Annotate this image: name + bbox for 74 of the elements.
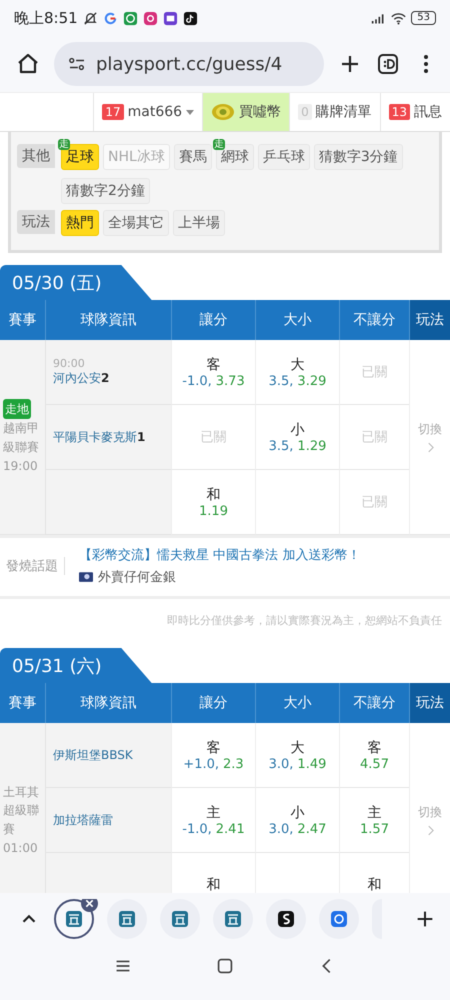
clock-time: 晚上8:51 bbox=[14, 8, 78, 28]
chevron-icon bbox=[426, 825, 434, 836]
coin-icon bbox=[211, 103, 236, 121]
odds-cell[interactable]: 客 4.57 bbox=[339, 723, 409, 788]
filter-chip[interactable]: 賽馬 bbox=[174, 144, 212, 170]
odds-cell[interactable]: 和 1.19 bbox=[171, 470, 255, 535]
user-menu[interactable]: 17 mat666 bbox=[93, 93, 202, 131]
column-header: 讓分 bbox=[171, 300, 255, 340]
match-time: 01:00 bbox=[3, 840, 38, 857]
chevron-icon bbox=[426, 442, 434, 453]
team-name[interactable]: 平陽貝卡麥克斯1 bbox=[53, 428, 171, 446]
filter-label: 其他 bbox=[17, 144, 55, 168]
app-icon bbox=[122, 10, 138, 26]
tab-thumbnail[interactable] bbox=[107, 899, 147, 939]
odds-cell[interactable]: 客 -1.0, 3.73 bbox=[171, 340, 255, 405]
filter-chip[interactable]: 上半場 bbox=[173, 210, 225, 236]
team-name[interactable]: 伊斯坦堡BBSK bbox=[53, 746, 171, 764]
wifi-icon bbox=[391, 10, 406, 26]
league-name: 土耳其超級聯賽 bbox=[3, 784, 40, 838]
team-name[interactable]: 加拉塔薩雷 bbox=[53, 812, 171, 828]
tab-thumbnail[interactable] bbox=[160, 899, 200, 939]
column-header: 玩法 bbox=[409, 683, 450, 723]
tab-thumbnail[interactable] bbox=[319, 899, 359, 939]
column-header: 不讓分 bbox=[339, 683, 409, 723]
match-time: 19:00 bbox=[3, 458, 38, 475]
topic-link[interactable]: 【彩幣交流】懦夫救星 中國古拳法 加入送彩幣！ bbox=[79, 546, 360, 564]
column-header: 讓分 bbox=[171, 683, 255, 723]
filter-chip[interactable]: 乒乓球 bbox=[258, 144, 310, 170]
avatar-icon bbox=[79, 572, 93, 582]
filter-chip[interactable]: 熱門 bbox=[61, 210, 99, 236]
battery-level: 53 bbox=[411, 11, 436, 25]
tab-thumbnail[interactable] bbox=[266, 899, 306, 939]
filter-label: 玩法 bbox=[17, 210, 55, 234]
column-header: 大小 bbox=[255, 300, 339, 340]
odds-cell[interactable]: 大 3.5, 3.29 bbox=[255, 340, 339, 405]
team-name[interactable]: 河內公安2 bbox=[53, 370, 171, 387]
odds-cell[interactable]: 客 +1.0, 2.3 bbox=[171, 723, 255, 788]
home-icon[interactable] bbox=[16, 52, 40, 76]
url-text: playsport.cc/guess/4 bbox=[96, 54, 282, 74]
messages-link[interactable]: 13 訊息 bbox=[380, 93, 450, 131]
buy-coins-button[interactable]: 買噓幣 bbox=[202, 93, 290, 131]
camera-app-icon bbox=[142, 10, 158, 26]
live-badge: 走 bbox=[58, 139, 70, 150]
filter-chip[interactable]: 猜數字3分鐘 bbox=[314, 144, 403, 170]
filter-chip[interactable]: 全場其它 bbox=[103, 210, 169, 236]
mail-app-icon bbox=[162, 10, 178, 26]
address-bar[interactable]: playsport.cc/guess/4 bbox=[54, 42, 324, 86]
column-header: 球隊資訊 bbox=[45, 300, 171, 340]
live-badge: 走 bbox=[212, 139, 225, 150]
odds-cell[interactable]: 小 3.5, 1.29 bbox=[255, 405, 339, 470]
tab-switcher-icon[interactable] bbox=[376, 52, 400, 76]
column-header: 玩法 bbox=[409, 300, 450, 340]
column-header: 球隊資訊 bbox=[45, 683, 171, 723]
caret-icon bbox=[186, 110, 194, 114]
odds-cell[interactable]: 主 1.57 bbox=[339, 788, 409, 853]
disclaimer-text: 即時比分僅供參考，請以實際賽況為主，恕網站不負責任 bbox=[166, 613, 443, 629]
author-name[interactable]: 外賣仔何金銀 bbox=[98, 568, 176, 586]
odds-cell[interactable]: 大 3.0, 1.49 bbox=[255, 723, 339, 788]
odds-cell[interactable]: 小 3.0, 2.47 bbox=[255, 788, 339, 853]
match-clock: 90:00 bbox=[53, 357, 86, 370]
mute-icon bbox=[82, 10, 98, 26]
odds-cell[interactable]: 主 -1.0, 2.41 bbox=[171, 788, 255, 853]
music-note-icon bbox=[182, 10, 198, 26]
league-name: 越南甲級聯賽 bbox=[3, 420, 40, 456]
column-header: 賽事 bbox=[0, 683, 45, 723]
tab-thumbnail[interactable] bbox=[213, 899, 253, 939]
column-header: 賽事 bbox=[0, 300, 45, 340]
g-logo-icon bbox=[102, 10, 118, 26]
filter-chip[interactable]: 猜數字2分鐘 bbox=[61, 178, 150, 204]
live-tag: 走地 bbox=[3, 398, 31, 420]
column-header: 大小 bbox=[255, 683, 339, 723]
column-header: 不讓分 bbox=[339, 300, 409, 340]
hot-topic-label: 發燒話題 bbox=[0, 557, 65, 575]
site-settings-icon[interactable] bbox=[68, 57, 86, 71]
